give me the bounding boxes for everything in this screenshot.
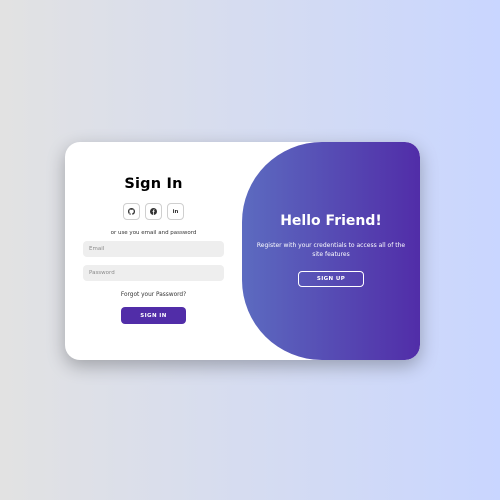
- forgot-password-link[interactable]: Forgot your Password?: [65, 292, 242, 298]
- signin-title: Sign In: [124, 176, 183, 192]
- linkedin-login-button[interactable]: in: [167, 203, 184, 220]
- sign-in-button[interactable]: SIGN IN: [121, 307, 186, 324]
- alt-login-text: or use you email and password: [110, 230, 197, 236]
- email-field[interactable]: [83, 241, 224, 257]
- signin-form: Sign In in or use you email and password…: [65, 142, 242, 360]
- sign-up-button[interactable]: SIGN UP: [298, 271, 364, 287]
- password-field[interactable]: [83, 265, 224, 281]
- panel-title: Hello Friend!: [280, 213, 382, 229]
- facebook-login-button[interactable]: [145, 203, 162, 220]
- social-login-row: in: [65, 203, 242, 220]
- panel-description: Register with your credentials to access…: [256, 242, 406, 258]
- linkedin-icon: in: [172, 208, 179, 215]
- github-icon: [128, 208, 135, 215]
- auth-card: Sign In in or use you email and password…: [65, 142, 420, 360]
- welcome-panel: Hello Friend! Register with your credent…: [242, 142, 420, 360]
- github-login-button[interactable]: [123, 203, 140, 220]
- facebook-icon: [150, 208, 157, 215]
